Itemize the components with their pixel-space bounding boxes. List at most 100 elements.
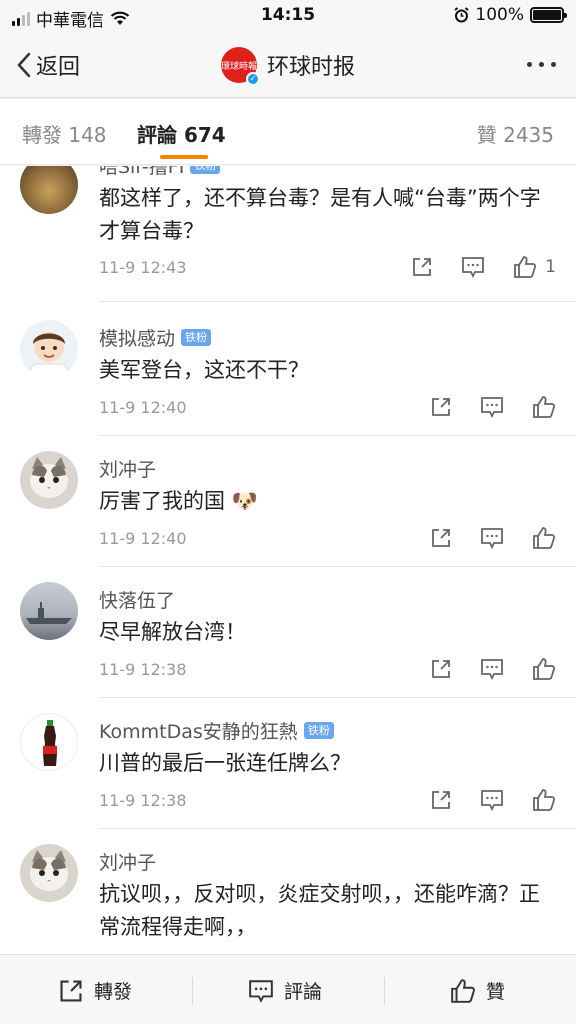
- tab-likes[interactable]: 贊 2435: [477, 119, 554, 148]
- comment-icon: [249, 979, 273, 1003]
- cola-bottle-avatar[interactable]: [20, 713, 78, 771]
- repost-label: 轉發: [94, 981, 133, 1003]
- account-avatar: 環球時報 ✓: [220, 47, 260, 86]
- cartoon-boy-icon: [29, 332, 69, 378]
- bottom-action-bar: 轉發 評論 贊: [0, 954, 576, 1024]
- reply-action[interactable]: [461, 256, 485, 278]
- repost-action[interactable]: [430, 658, 452, 680]
- repost-action[interactable]: [411, 256, 433, 278]
- ship-avatar[interactable]: [20, 582, 78, 640]
- like-label: 贊: [486, 981, 506, 1003]
- share-icon: [432, 791, 450, 809]
- landscape-avatar[interactable]: [20, 166, 78, 214]
- comment-text: 厉害了我的国 🐶: [99, 489, 258, 513]
- share-icon: [432, 660, 450, 678]
- comment-text: 尽早解放台湾！: [99, 620, 246, 644]
- reply-action[interactable]: [480, 396, 504, 418]
- comment-time: 11-9 12:38: [99, 660, 187, 679]
- thumbs-up-icon: [514, 256, 537, 278]
- cartoon-boy-avatar[interactable]: [20, 320, 78, 378]
- cat-icon: [30, 850, 68, 891]
- comment-actions: [402, 788, 556, 812]
- divider: [99, 435, 576, 436]
- cat-avatar[interactable]: [20, 451, 78, 509]
- comment-author[interactable]: 快落伍了: [99, 586, 175, 613]
- like-action[interactable]: 1: [513, 255, 556, 279]
- fan-badge: 铁粉: [181, 329, 212, 346]
- author-name: 模拟感动: [99, 328, 176, 350]
- comment-author[interactable]: KommtDas安静的狂熱 铁粉: [99, 717, 334, 744]
- comment-actions: 1: [383, 255, 556, 279]
- like-action[interactable]: [532, 526, 556, 550]
- comment-actions: [402, 526, 556, 550]
- divider: [99, 301, 576, 302]
- logo-text: 環球時報: [220, 61, 257, 72]
- repost-action[interactable]: [430, 527, 452, 549]
- comment-icon: [481, 790, 503, 811]
- like-count: 1: [545, 257, 556, 277]
- fan-badge: 铁粉: [303, 722, 334, 739]
- comment-list: 唔Sir-撸FI 铁粉 都这样了，还不算台毒？是有人喊“台毒”两个字才算台毒？ …: [0, 166, 576, 954]
- like-action[interactable]: [532, 788, 556, 812]
- like-action[interactable]: [532, 657, 556, 681]
- reply-action[interactable]: [480, 527, 504, 549]
- comment-icon: [462, 257, 485, 278]
- share-icon: [413, 258, 432, 276]
- thumbs-up-icon: [533, 789, 556, 811]
- like-button[interactable]: 贊: [450, 977, 505, 1004]
- author-name: KommtDas安静的狂熱: [99, 721, 298, 743]
- share-icon: [432, 398, 450, 416]
- comment-button[interactable]: 評論: [248, 977, 322, 1004]
- repost-action[interactable]: [430, 396, 452, 418]
- comment-author[interactable]: 模拟感动 铁粉: [99, 324, 212, 351]
- more-options-icon[interactable]: [527, 62, 556, 67]
- comment-author[interactable]: 唔Sir-撸FI 铁粉: [99, 166, 221, 179]
- like-action[interactable]: [532, 395, 556, 419]
- page-title: 环球时报: [266, 55, 355, 80]
- comment-actions: [402, 657, 556, 681]
- tab-repost[interactable]: 轉發 148: [22, 119, 107, 148]
- alarm-icon: [454, 7, 470, 23]
- tab-comments[interactable]: 評論 674: [137, 119, 226, 148]
- repost-action[interactable]: [430, 789, 452, 811]
- divider: [99, 566, 576, 567]
- divider: [192, 977, 193, 1005]
- cat-icon: [30, 457, 68, 498]
- account-header[interactable]: 環球時報 ✓ 环球时报: [0, 47, 576, 86]
- thumbs-up-icon: [451, 978, 475, 1003]
- author-name: 唔Sir-撸FI: [99, 166, 185, 178]
- battery-group: 100%: [454, 5, 567, 25]
- share-icon: [60, 979, 82, 1002]
- status-bar: 中華電信 14:15 100%: [0, 0, 576, 32]
- comment-icon: [481, 659, 503, 680]
- ship-icon: [26, 602, 72, 624]
- reply-action[interactable]: [480, 658, 504, 680]
- verified-icon: ✓: [245, 72, 260, 86]
- author-name: 快落伍了: [99, 590, 176, 612]
- comment-author[interactable]: 刘冲子: [99, 455, 156, 482]
- thumbs-up-icon: [533, 527, 556, 549]
- comment-actions: [402, 395, 556, 419]
- comment-text: 美军登台，这还不干？: [99, 358, 309, 382]
- cat-avatar[interactable]: [20, 844, 78, 902]
- comment-label: 評論: [284, 981, 323, 1003]
- comment-text: 抗议呗，，反对呗，炎症交射呗，，还能咋滴？正常流程得走啊，，: [99, 882, 540, 939]
- battery-percent: 100%: [475, 5, 524, 25]
- comment-time: 11-9 12:40: [99, 529, 187, 548]
- comment-time: 11-9 12:43: [99, 258, 187, 277]
- thumbs-up-icon: [533, 658, 556, 680]
- active-tab-indicator: [160, 155, 208, 159]
- reply-action[interactable]: [480, 789, 504, 811]
- comment-icon: [481, 397, 503, 418]
- nav-bar: 返回 環球時報 ✓ 环球时报: [0, 32, 576, 98]
- divider: [384, 977, 385, 1005]
- author-name: 刘冲子: [99, 459, 157, 481]
- divider: [99, 828, 576, 829]
- comment-author[interactable]: 刘冲子: [99, 848, 156, 875]
- thumbs-up-icon: [533, 396, 556, 418]
- comment-text: 川普的最后一张连任牌么？: [99, 751, 351, 775]
- author-name: 刘冲子: [99, 852, 157, 874]
- comment-time: 11-9 12:38: [99, 791, 187, 810]
- repost-button[interactable]: 轉發: [58, 977, 132, 1004]
- divider: [99, 697, 576, 698]
